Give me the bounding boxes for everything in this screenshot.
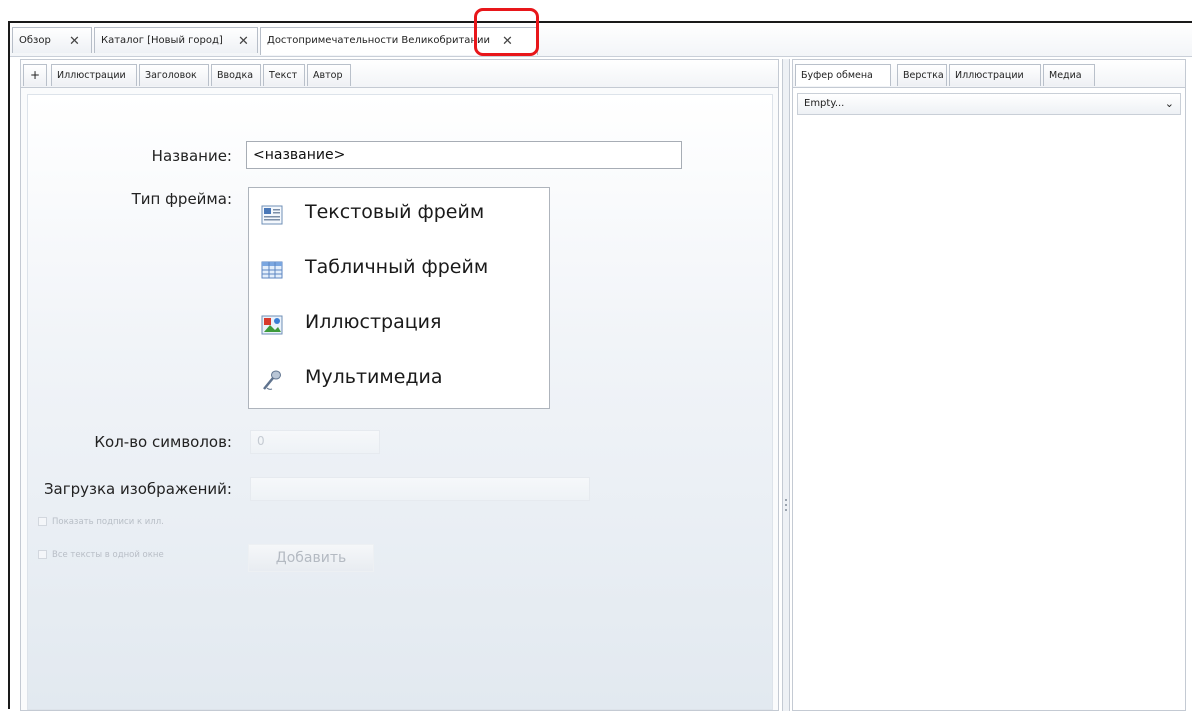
tab-label: Достопримечательности Великобритании: [267, 35, 490, 46]
tab-text[interactable]: Текст: [263, 64, 305, 86]
illustration-icon: [261, 315, 283, 335]
all-texts-checkbox[interactable]: [38, 550, 47, 559]
tab-layout[interactable]: Верстка: [897, 64, 947, 86]
document-tab-bar: Обзор ✕ Каталог [Новый город] ✕ Достопри…: [10, 23, 1192, 57]
side-tab-bar: Буфер обмена Верстка Иллюстрации Медиа: [793, 60, 1185, 88]
text-frame-icon: [261, 205, 283, 225]
char-count-input[interactable]: 0: [250, 430, 380, 454]
chevron-down-icon: ⌄: [1164, 97, 1174, 110]
all-texts-label: Все тексты в одной окне: [52, 550, 164, 560]
panel-splitter[interactable]: [782, 59, 790, 711]
tab-add[interactable]: +: [23, 64, 47, 86]
frame-type-list: Текстовый фрейм Табличный фрейм Иллюстра…: [248, 187, 550, 409]
frame-type-label: Табличный фрейм: [305, 256, 489, 278]
table-frame-icon: [261, 261, 283, 279]
frame-type-label: Иллюстрация: [305, 311, 442, 333]
image-load-select[interactable]: [250, 477, 590, 501]
frame-type-label: Тип фрейма:: [131, 190, 232, 208]
char-count-label: Кол-во символов:: [94, 433, 232, 451]
splitter-grip: [785, 504, 787, 506]
char-count-value: 0: [257, 434, 265, 448]
tab-author[interactable]: Автор: [307, 64, 351, 86]
splitter-grip: [785, 499, 787, 501]
name-label: Название:: [151, 147, 232, 165]
tab-illustrations[interactable]: Иллюстрации: [51, 64, 137, 86]
tab-lead[interactable]: Вводка: [211, 64, 261, 86]
side-panel: Буфер обмена Верстка Иллюстрации Медиа E…: [792, 59, 1186, 711]
close-icon[interactable]: ✕: [69, 28, 80, 55]
tab-media[interactable]: Медиа: [1043, 64, 1095, 86]
tab-label: Каталог [Новый город]: [101, 35, 223, 46]
highlight-annotation: [474, 8, 539, 56]
frame-editor-panel: + Иллюстрации Заголовок Вводка Текст Авт…: [20, 59, 779, 711]
clipboard-dropdown-value: Empty...: [804, 98, 845, 109]
microphone-icon: [263, 370, 281, 390]
frame-type-label: Текстовый фрейм: [305, 201, 485, 223]
frame-type-multimedia[interactable]: Мультимедиа: [261, 361, 541, 401]
frame-type-label: Мультимедиа: [305, 366, 443, 388]
show-captions-row[interactable]: Показать подписи к илл.: [38, 517, 164, 527]
show-captions-label: Показать подписи к илл.: [52, 517, 164, 527]
add-button[interactable]: Добавить: [248, 544, 374, 572]
frame-type-illustration[interactable]: Иллюстрация: [261, 306, 541, 346]
tab-clipboard[interactable]: Буфер обмена: [795, 64, 891, 86]
tab-overview[interactable]: Обзор ✕: [12, 27, 92, 53]
tab-catalog[interactable]: Каталог [Новый город] ✕: [94, 27, 258, 53]
tab-label: Обзор: [19, 35, 51, 46]
tab-heading[interactable]: Заголовок: [139, 64, 209, 86]
clipboard-dropdown[interactable]: Empty... ⌄: [797, 93, 1181, 115]
tab-side-illustrations[interactable]: Иллюстрации: [949, 64, 1041, 86]
splitter-grip: [785, 509, 787, 511]
all-texts-row[interactable]: Все тексты в одной окне: [38, 550, 164, 560]
frame-type-text[interactable]: Текстовый фрейм: [261, 196, 541, 236]
frame-type-table[interactable]: Табличный фрейм: [261, 251, 541, 291]
frame-form: Название: Тип фрейма: Текстовый фрейм: [27, 94, 773, 710]
close-icon[interactable]: ✕: [238, 28, 249, 55]
frame-sub-tab-bar: + Иллюстрации Заголовок Вводка Текст Авт…: [21, 60, 778, 88]
show-captions-checkbox[interactable]: [38, 517, 47, 526]
app-window: Обзор ✕ Каталог [Новый город] ✕ Достопри…: [8, 21, 1192, 711]
name-input[interactable]: [246, 141, 682, 169]
image-load-label: Загрузка изображений:: [43, 480, 232, 498]
